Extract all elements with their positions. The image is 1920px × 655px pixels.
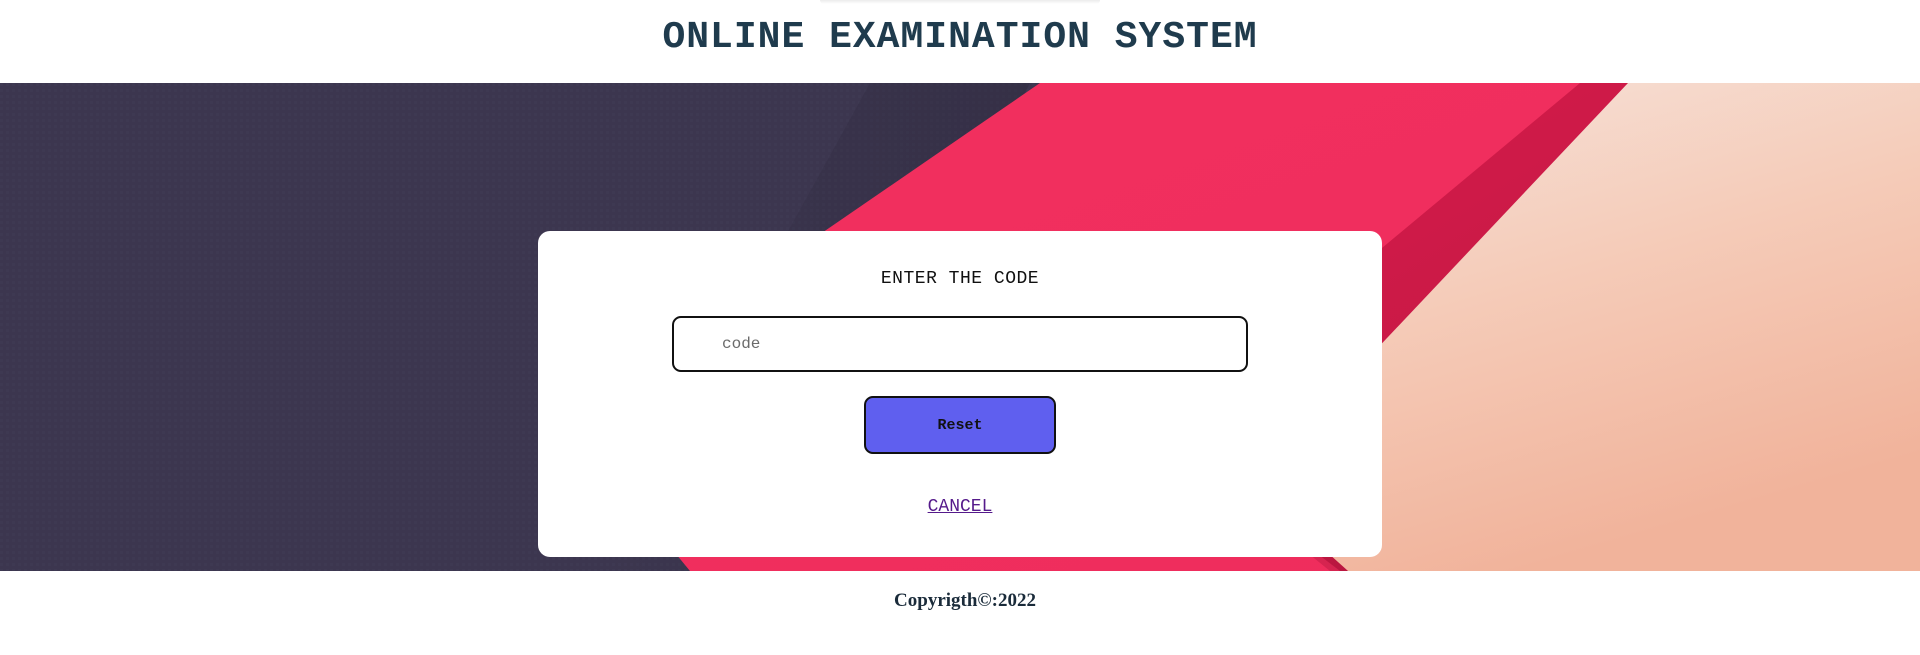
site-title: ONLINE EXAMINATION SYSTEM bbox=[662, 16, 1258, 59]
form-heading: ENTER THE CODE bbox=[880, 269, 1040, 289]
header-shadow bbox=[820, 0, 1100, 4]
cancel-link-wrapper: CANCEL bbox=[538, 497, 1382, 517]
hero-background: ENTER THE CODE Reset CANCEL bbox=[0, 83, 1920, 571]
cancel-link[interactable]: CANCEL bbox=[928, 497, 993, 517]
reset-button[interactable]: Reset bbox=[864, 396, 1056, 454]
code-entry-card: ENTER THE CODE Reset CANCEL bbox=[538, 231, 1382, 557]
page: ONLINE EXAMINATION SYSTEM ENTER THE CODE… bbox=[0, 0, 1920, 655]
header-bar: ONLINE EXAMINATION SYSTEM bbox=[0, 0, 1920, 83]
footer-copyright: Copyrigth©:2022 bbox=[894, 590, 1036, 611]
code-input[interactable] bbox=[672, 316, 1248, 372]
